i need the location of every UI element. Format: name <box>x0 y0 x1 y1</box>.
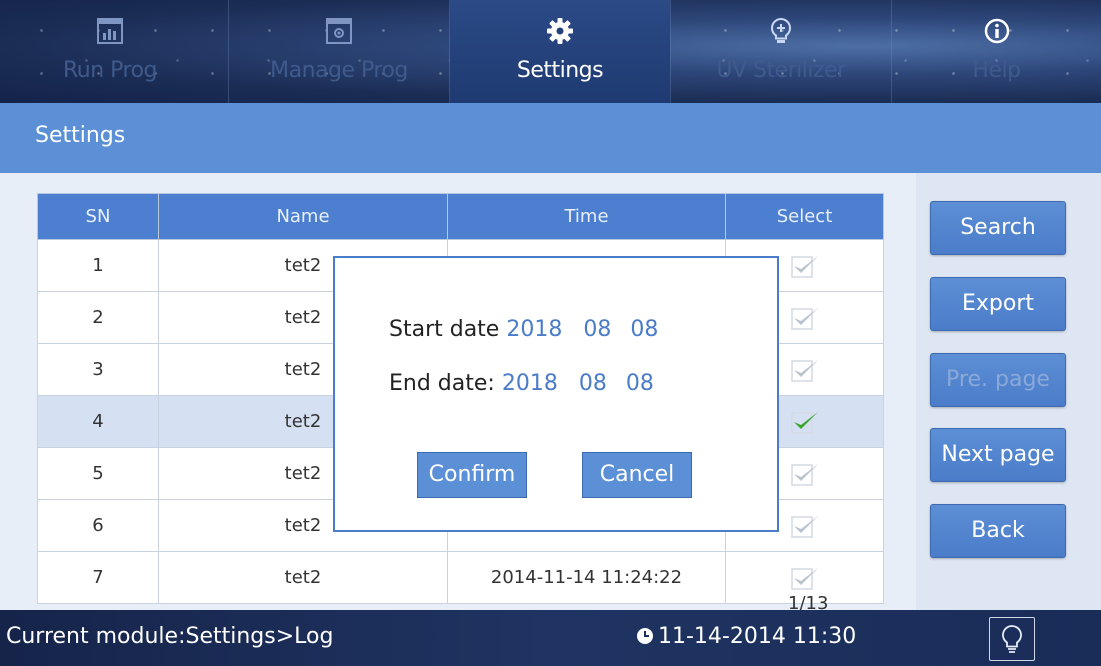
end-year-field[interactable]: 2018 <box>502 371 558 396</box>
confirm-button[interactable]: Confirm <box>417 452 527 498</box>
clock-icon <box>637 628 653 644</box>
cell-sn: 3 <box>37 343 159 396</box>
tab-run-prog[interactable]: Run Prog <box>0 0 220 103</box>
gear-icon <box>547 18 573 44</box>
bulb-icon <box>1002 625 1022 653</box>
manage-window-icon <box>326 18 352 44</box>
cell-sn: 6 <box>37 499 159 552</box>
column-header-select: Select <box>725 193 884 240</box>
datetime-text: 11-14-2014 11:30 <box>658 624 857 649</box>
tab-uv-sterilizer[interactable]: UV Sterilizer <box>671 0 891 103</box>
tab-help[interactable]: Help <box>892 0 1101 103</box>
start-day-field[interactable]: 08 <box>630 317 658 342</box>
checkbox-checked-icon[interactable] <box>789 408 821 436</box>
search-button[interactable]: Search <box>930 201 1066 255</box>
cell-sn: 4 <box>37 395 159 448</box>
export-button[interactable]: Export <box>930 277 1066 331</box>
bulb-plus-icon <box>770 17 792 43</box>
cell-sn: 1 <box>37 239 159 292</box>
checkbox-icon[interactable] <box>789 564 821 592</box>
bar-chart-icon <box>97 18 123 44</box>
date-range-dialog: Start date 2018 08 08 End date: 2018 08 … <box>333 256 779 532</box>
cell-name: tet2 <box>158 551 448 604</box>
start-month-field[interactable]: 08 <box>583 317 611 342</box>
end-day-field[interactable]: 08 <box>626 371 654 396</box>
end-date-row: End date: 2018 08 08 <box>389 371 654 396</box>
back-button[interactable]: Back <box>930 504 1066 558</box>
end-date-label: End date: <box>389 371 495 396</box>
table-row[interactable]: 7 tet2 2014-11-14 11:24:22 <box>37 551 884 604</box>
next-page-button[interactable]: Next page <box>930 428 1066 482</box>
info-icon <box>984 18 1009 44</box>
title-bar: Settings <box>0 103 1101 173</box>
start-date-label: Start date <box>389 317 500 342</box>
cell-sn: 7 <box>37 551 159 604</box>
tab-label: Settings <box>516 58 604 83</box>
prev-page-button[interactable]: Pre. page <box>930 353 1066 407</box>
start-date-row: Start date 2018 08 08 <box>389 317 658 342</box>
tab-label: Manage Prog <box>270 58 408 83</box>
status-bar: Current module:Settings>Log 11-14-2014 1… <box>0 610 1101 666</box>
column-header-time: Time <box>447 193 726 240</box>
checkbox-icon[interactable] <box>789 460 821 488</box>
tab-label: UV Sterilizer <box>716 58 846 83</box>
cell-sn: 2 <box>37 291 159 344</box>
tab-label: Help <box>972 58 1021 83</box>
page-title: Settings <box>35 123 126 148</box>
tab-manage-prog[interactable]: Manage Prog <box>229 0 449 103</box>
tab-settings[interactable]: Settings <box>450 0 670 103</box>
cancel-button[interactable]: Cancel <box>582 452 692 498</box>
column-header-sn: SN <box>37 193 159 240</box>
checkbox-icon[interactable] <box>789 304 821 332</box>
table-header-row: SN Name Time Select <box>37 193 884 240</box>
current-module-text: Current module:Settings>Log <box>6 624 334 649</box>
checkbox-icon[interactable] <box>789 356 821 384</box>
cell-time: 2014-11-14 11:24:22 <box>447 551 726 604</box>
checkbox-icon[interactable] <box>789 512 821 540</box>
lamp-button[interactable] <box>989 617 1035 661</box>
end-month-field[interactable]: 08 <box>579 371 607 396</box>
column-header-name: Name <box>158 193 448 240</box>
start-year-field[interactable]: 2018 <box>506 317 562 342</box>
cell-sn: 5 <box>37 447 159 500</box>
checkbox-icon[interactable] <box>789 252 821 280</box>
top-navigation: Run Prog Manage Prog Settings UV Sterili… <box>0 0 1101 103</box>
tab-label: Run Prog <box>62 58 158 83</box>
clock: 11-14-2014 11:30 <box>636 624 856 649</box>
